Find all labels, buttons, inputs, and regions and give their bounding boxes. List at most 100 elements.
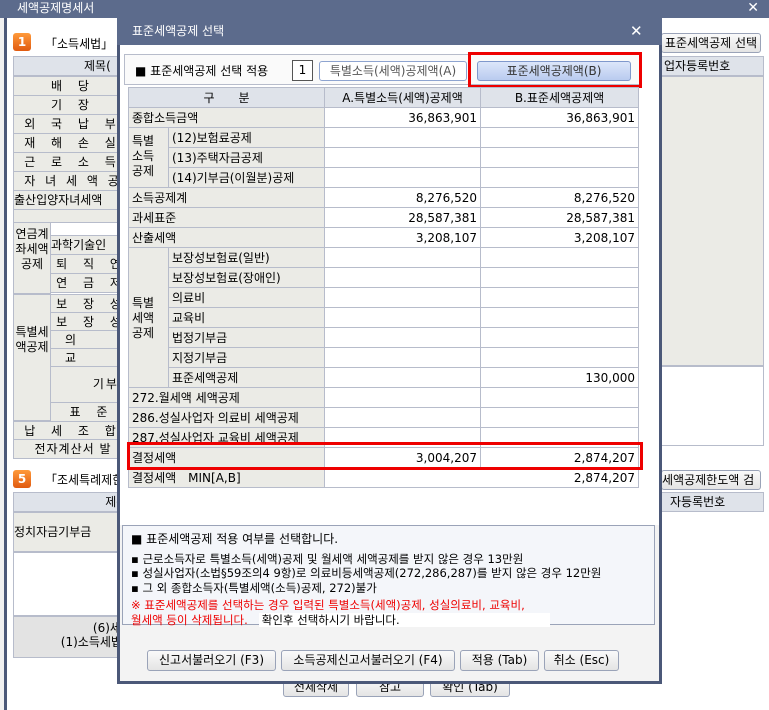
cell-b bbox=[480, 147, 639, 168]
header-b: B.표준세액공제액 bbox=[480, 87, 639, 108]
header-category: 구 분 bbox=[128, 87, 325, 108]
bg-row: 외 국 납 부 bbox=[13, 114, 133, 134]
info-warning-2: 월세액 등이 삭제됩니다. bbox=[131, 612, 248, 627]
section1-badge: 1 bbox=[13, 33, 31, 51]
apply-label: ■ 표준세액공제 선택 적용 bbox=[135, 64, 269, 78]
bg-col-bizno: 업자등록번호 bbox=[661, 56, 764, 76]
bg-pension-group: 연금계좌세액공제 bbox=[13, 222, 51, 294]
bg-row: 납 세 조 합 bbox=[13, 421, 133, 441]
row-label: 의료비 bbox=[168, 287, 325, 308]
cell-a bbox=[324, 167, 481, 188]
table-row: 과세표준 28,587,381 28,587,381 bbox=[128, 207, 639, 228]
table-row: 286.성실사업자 의료비 세액공제 bbox=[128, 407, 639, 428]
row-label: 286.성실사업자 의료비 세액공제 bbox=[128, 407, 325, 428]
bg-row-blank bbox=[13, 209, 133, 223]
info-bullet: ▪ 근로소득자로 특별소득(세액)공제 및 월세액 세액공제를 받지 않은 경우… bbox=[131, 551, 524, 566]
cell-a bbox=[324, 387, 481, 408]
row-label: 과세표준 bbox=[128, 207, 325, 228]
main-title: 세액공제명세서 bbox=[17, 1, 95, 15]
bg-rows-blank bbox=[13, 552, 133, 616]
cancel-button[interactable]: 취소 (Esc) bbox=[544, 650, 619, 671]
table-row: 소득공제계 8,276,520 8,276,520 bbox=[128, 187, 639, 208]
option-a-button[interactable]: 특별소득(세액)공제액(A) bbox=[319, 61, 467, 81]
cell-b bbox=[480, 307, 639, 328]
cell-b bbox=[480, 347, 639, 368]
cell-b bbox=[480, 387, 639, 408]
group-label: 특별세액공제 bbox=[128, 247, 169, 388]
row-label: 보장성보험료(일반) bbox=[168, 247, 325, 268]
load-return-button[interactable]: 신고서불러오기 (F3) bbox=[147, 650, 276, 671]
cell-a bbox=[324, 147, 481, 168]
cell-b: 8,276,520 bbox=[480, 187, 639, 208]
section5-badge: 5 bbox=[13, 470, 31, 488]
highlight-final-tax bbox=[127, 442, 643, 470]
row-label: 보장성보험료(장애인) bbox=[168, 267, 325, 288]
bg-col-bizno-5: 자등록번호 bbox=[661, 492, 764, 512]
table-row: (14)기부금(이월분)공제 bbox=[129, 167, 639, 188]
load-deduction-button[interactable]: 소득공제신고서불러오기 (F4) bbox=[281, 650, 455, 671]
section5-title: 「조세특례제한 bbox=[45, 473, 124, 487]
cell-b bbox=[480, 407, 639, 428]
table-row: 종합소득금액 36,863,901 36,863,901 bbox=[128, 107, 639, 128]
info-warning-1: ※ 표준세액공제를 선택하는 경우 입력된 특별소득(세액)공제, 성실의료비,… bbox=[131, 598, 525, 612]
limit-verify-button[interactable]: 세액공제한도액 검증 bbox=[661, 470, 761, 505]
dialog-title: 표준세액공제 선택 bbox=[132, 24, 225, 38]
apply-button[interactable]: 적용 (Tab) bbox=[460, 650, 539, 671]
table-row: 보장성보험료(장애인) bbox=[129, 267, 639, 288]
bg-political: 정치자금기부금 bbox=[13, 512, 133, 552]
bg-row: 기 장 bbox=[13, 95, 133, 115]
cell-b bbox=[480, 267, 639, 288]
apply-value-input[interactable]: 1 bbox=[292, 60, 313, 81]
cell-b: 36,863,901 bbox=[480, 107, 639, 128]
cell-b bbox=[480, 327, 639, 348]
table-row: 272.월세액 세액공제 bbox=[128, 387, 639, 408]
main-close-icon[interactable]: ✕ bbox=[747, 0, 759, 17]
comparison-table: 구 분 A.특별소득(세액)공제액 B.표준세액공제액 종합소득금액 36,863,9… bbox=[128, 87, 639, 488]
row-label: 표준세액공제 bbox=[168, 367, 325, 388]
bg-row: 재 해 손 실 bbox=[13, 133, 133, 153]
row-label: 법정기부금 bbox=[168, 327, 325, 348]
table-row: (13)주택자금공제 bbox=[129, 147, 639, 168]
bg-row: 근 로 소 득 bbox=[13, 152, 133, 172]
row-label: 지정기부금 bbox=[168, 347, 325, 368]
row-label: 교육비 bbox=[168, 307, 325, 328]
cell-a bbox=[324, 267, 481, 288]
cell-min: 2,874,207 bbox=[324, 467, 639, 488]
cell-b bbox=[480, 127, 639, 148]
cell-b: 130,000 bbox=[480, 367, 639, 388]
cell-a bbox=[324, 347, 481, 368]
header-a: A.특별소득(세액)공제액 bbox=[324, 87, 481, 108]
bg-sum1: (6)세액 bbox=[92, 621, 132, 635]
bg-row: 출산입양자녀세액 bbox=[13, 190, 133, 210]
table-row-final-min: 결정세액 MIN[A,B] 2,874,207 bbox=[128, 467, 639, 488]
info-bullet: ▪ 성실사업자(소법§59조의4 9항)로 의료비등세액공제(272,286,2… bbox=[131, 566, 602, 580]
dialog-close-icon[interactable]: ✕ bbox=[630, 22, 643, 40]
table-row: 특별소득공제 (12)보험료공제 bbox=[128, 127, 639, 188]
cell-a: 36,863,901 bbox=[324, 107, 481, 128]
row-label: 산출세액 bbox=[128, 227, 325, 248]
section1-title: 「소득세법」 bbox=[45, 37, 114, 51]
row-label: 소득공제계 bbox=[128, 187, 325, 208]
cell-a bbox=[324, 127, 481, 148]
table-row: 법정기부금 bbox=[129, 327, 639, 348]
group-label: 특별소득공제 bbox=[128, 127, 169, 188]
row-label: (14)기부금(이월분)공제 bbox=[168, 167, 325, 188]
cell-a bbox=[324, 287, 481, 308]
bg-right-column-blank bbox=[661, 366, 764, 446]
main-title-bar: 세액공제명세서 bbox=[0, 0, 769, 18]
bg-col-title-5: 제목( bbox=[13, 492, 133, 512]
cell-b: 3,208,107 bbox=[480, 227, 639, 248]
cell-b: 28,587,381 bbox=[480, 207, 639, 228]
std-deduction-select-button[interactable]: 표준세액공제 선택 bbox=[661, 33, 761, 53]
table-row: 특별세액공제 보장성보험료(일반) bbox=[128, 247, 639, 388]
info-bullet: ▪ 그 외 종합소득자(특별세액(소득)공제, 272)불가 bbox=[131, 580, 377, 595]
row-label: 종합소득금액 bbox=[128, 107, 325, 128]
cell-a: 8,276,520 bbox=[324, 187, 481, 208]
bg-sum: (6)세액 (1)소득세법+ bbox=[13, 616, 133, 658]
cell-b bbox=[480, 247, 639, 268]
row-label: (12)보험료공제 bbox=[168, 127, 325, 148]
bg-col-title: 제목( bbox=[13, 56, 133, 76]
table-row: 산출세액 3,208,107 3,208,107 bbox=[128, 227, 639, 248]
row-label: 272.월세액 세액공제 bbox=[128, 387, 325, 408]
cell-a bbox=[324, 327, 481, 348]
